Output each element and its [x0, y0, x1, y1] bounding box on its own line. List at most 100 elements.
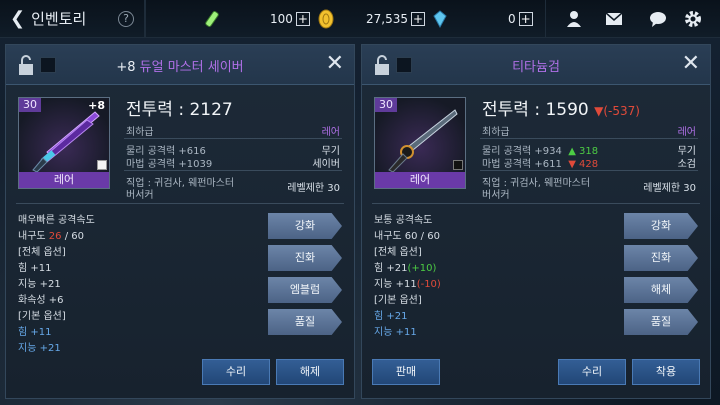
titanium-sword-icon — [388, 109, 458, 173]
friends-icon[interactable] — [564, 9, 584, 29]
grade: 최하급 — [126, 127, 154, 138]
divider — [124, 170, 342, 171]
option-str: 힘 +11 — [18, 263, 52, 274]
base-options-header: [기본 옵션] — [18, 311, 66, 322]
resource-3: 0 + — [508, 0, 533, 38]
enhance-badge: +8 — [88, 99, 105, 112]
resource-1: 100 + — [270, 0, 310, 38]
divider — [480, 170, 698, 171]
divider — [545, 0, 546, 38]
grade-value: 레어 — [677, 127, 696, 138]
item-level: 30 — [375, 98, 397, 112]
select-checkbox[interactable] — [97, 160, 107, 170]
stats-list: 보통 공격속도 내구도 60 / 60 [전체 옵션] 힘 +21(+10) 지… — [374, 213, 441, 341]
close-icon[interactable]: ✕ — [326, 52, 344, 76]
option-str-value: 힘 +21 — [374, 263, 408, 274]
item-subtype: 세이버 — [312, 159, 340, 170]
dismantle-button[interactable]: 해체 — [624, 277, 698, 303]
durability: 내구도 26 / 60 — [18, 229, 95, 245]
divider — [480, 138, 698, 139]
gold-value: 27,535 — [366, 12, 408, 26]
option-int: 지능 +21 — [18, 279, 61, 290]
gear-icon[interactable] — [683, 9, 703, 29]
option-str-diff: (+10) — [407, 263, 437, 274]
level-requirement: 레벨제한 30 — [287, 183, 340, 194]
item-title: 티타늄검 — [362, 56, 710, 75]
repair-button[interactable]: 수리 — [202, 359, 270, 385]
chevron-left-icon: ❮ — [10, 8, 26, 29]
select-checkbox[interactable] — [453, 160, 463, 170]
base-str: 힘 +21 — [374, 311, 408, 322]
gem-plus-button[interactable]: + — [518, 12, 533, 26]
magic-attack-row: 마법 공격력 +611 ▼ 428 소검 — [482, 155, 696, 170]
gem-value: 0 — [508, 12, 516, 26]
evolve-button[interactable]: 진화 — [624, 245, 698, 271]
divider — [16, 203, 344, 204]
rarity-label: 레어 — [375, 172, 465, 188]
combat-power-diff: ▼(-537) — [594, 104, 640, 118]
unequip-button[interactable]: 해제 — [276, 359, 344, 385]
option-fire: 화속성 +6 — [18, 295, 64, 306]
equipped-item-panel: +8 듀얼 마스터 세이버 ✕ 30 +8 레어 전투력 : 2127 최하급 … — [5, 44, 355, 399]
divider — [124, 138, 342, 139]
evolve-button[interactable]: 진화 — [268, 245, 342, 271]
combat-power: 전투력 : 1590 ▼(-537) — [482, 95, 640, 120]
rarity-label: 레어 — [19, 172, 109, 188]
item-level: 30 — [19, 98, 41, 112]
durability: 내구도 60 / 60 — [374, 231, 440, 242]
divider — [145, 0, 146, 38]
base-int: 지능 +11 — [374, 327, 417, 338]
level-req-row: 레벨제한 30 — [482, 179, 696, 194]
resource-2: 27,535 + — [366, 0, 425, 38]
repair-button[interactable]: 수리 — [558, 359, 626, 385]
divider — [372, 203, 700, 204]
combat-power-value: 전투력 : 1590 — [482, 100, 589, 120]
option-int-value: 지능 +11 — [374, 279, 417, 290]
fatigue-potion-icon — [205, 11, 219, 27]
grade-row: 최하급 레어 — [482, 123, 696, 138]
grade: 최하급 — [482, 127, 510, 138]
option-int-diff: (-10) — [416, 279, 441, 290]
panel-header: 티타늄검 ✕ — [362, 45, 710, 85]
gem-icon — [433, 10, 447, 29]
attack-speed: 보통 공격속도 — [374, 215, 433, 226]
all-options-header: [전체 옵션] — [18, 247, 66, 258]
enhance-level: +8 — [116, 60, 136, 75]
gold-coin-icon — [318, 9, 334, 29]
equip-button[interactable]: 착용 — [632, 359, 700, 385]
item-name: 듀얼 마스터 세이버 — [139, 60, 244, 75]
magic-attack-diff: ▼ 428 — [568, 159, 599, 170]
durability-label: 내구도 — [18, 231, 46, 242]
durability-max: / 60 — [61, 231, 84, 242]
emblem-button[interactable]: 엠블럼 — [268, 277, 342, 303]
base-str: 힘 +11 — [18, 327, 52, 338]
base-int: 지능 +21 — [18, 343, 61, 354]
resource-1-value: 100 — [270, 12, 293, 26]
base-options-header: [기본 옵션] — [374, 295, 422, 306]
screen-title: 인벤토리 — [31, 10, 87, 28]
option-int: 지능 +11(-10) — [374, 277, 441, 293]
item-subtype: 소검 — [677, 159, 696, 170]
durability-current: 26 — [48, 231, 62, 242]
level-requirement: 레벨제한 30 — [643, 183, 696, 194]
attack-speed: 매우빠른 공격속도 — [18, 215, 95, 226]
panel-header: +8 듀얼 마스터 세이버 ✕ — [6, 45, 354, 85]
resource-1-plus-button[interactable]: + — [295, 12, 310, 26]
item-icon-frame: 30 레어 — [374, 97, 466, 189]
quality-button[interactable]: 품질 — [624, 309, 698, 335]
sell-button[interactable]: 판매 — [372, 359, 440, 385]
help-icon[interactable]: ? — [118, 11, 134, 27]
chat-icon[interactable] — [648, 9, 668, 29]
magic-attack: 마법 공격력 +1039 — [126, 159, 213, 170]
quality-button[interactable]: 품질 — [268, 309, 342, 335]
mail-icon[interactable] — [604, 9, 624, 29]
item-name: 티타늄검 — [512, 60, 560, 75]
enhance-button[interactable]: 강화 — [624, 213, 698, 239]
magic-attack: 마법 공격력 +611 — [482, 159, 562, 170]
grade-row: 최하급 레어 — [126, 123, 340, 138]
gold-plus-button[interactable]: + — [411, 12, 425, 26]
close-icon[interactable]: ✕ — [682, 52, 700, 76]
enhance-button[interactable]: 강화 — [268, 213, 342, 239]
combat-power: 전투력 : 2127 — [126, 100, 233, 120]
compare-item-panel: 티타늄검 ✕ 30 레어 전투력 : 1590 ▼(-537) 최하급 레어 물… — [361, 44, 711, 399]
